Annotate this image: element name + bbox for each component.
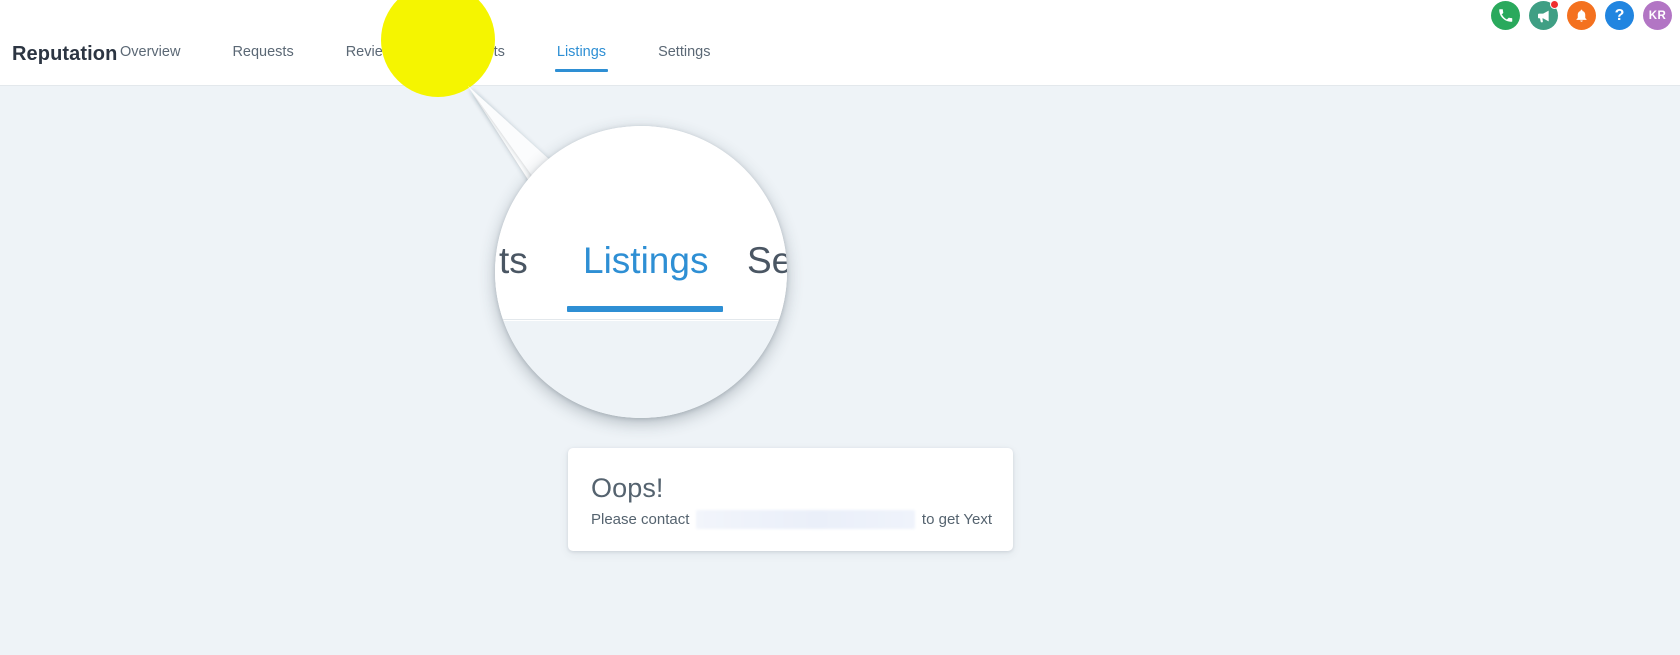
error-card-title: Oops! [591,473,664,503]
app-header: Reputation Overview Requests Reviews Wid… [0,0,1680,86]
magnified-next-tab-label: Se [747,240,787,281]
phone-icon[interactable] [1491,1,1520,30]
error-message-suffix: to get Yext [921,511,992,528]
bell-icon[interactable] [1567,1,1596,30]
nav-item-settings[interactable]: Settings [658,44,710,72]
error-message-prefix: Please contact [591,511,690,528]
app-brand-title: Reputation [12,43,118,65]
header-icon-cluster: ? KR [1491,0,1672,30]
megaphone-icon[interactable] [1529,0,1559,30]
user-avatar[interactable]: KR [1643,1,1672,30]
redacted-contact-block [696,510,915,529]
help-icon[interactable]: ? [1605,1,1634,30]
error-card-message: Please contact to get Yext [591,510,992,529]
nav-item-listings[interactable]: Listings [554,44,609,72]
magnifier-lens-content: ts Listings Se [495,126,787,418]
magnified-prev-tab-label: ts [499,240,528,281]
nav-item-requests[interactable]: Requests [232,44,293,72]
magnifier-lens: ts Listings Se [495,126,787,418]
magnified-page-background [495,321,787,418]
magnified-active-tab-label: Listings [583,240,709,281]
main-navigation: Overview Requests Reviews Widgets Listin… [120,44,710,72]
notification-badge-dot [1550,0,1559,9]
nav-item-reviews[interactable]: Reviews [346,44,401,72]
magnified-active-tab-underline [567,306,723,312]
nav-item-widgets[interactable]: Widgets [453,44,505,72]
nav-item-overview[interactable]: Overview [120,44,180,72]
error-card: Oops! Please contact to get Yext [568,448,1013,551]
magnified-navbar-strip [495,126,787,320]
